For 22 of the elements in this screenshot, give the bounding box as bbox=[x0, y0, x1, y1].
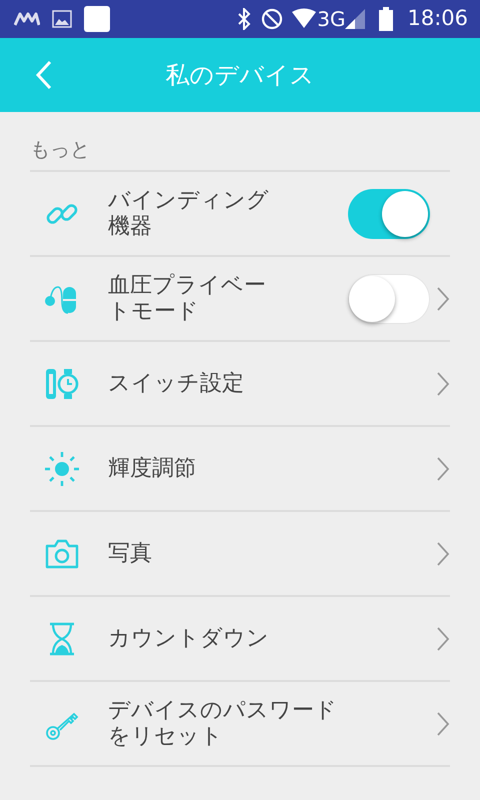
item-label: バインディング機器 bbox=[108, 188, 270, 239]
item-label: 血圧プライベートモード bbox=[108, 273, 267, 324]
item-label: 写真 bbox=[108, 540, 153, 566]
item-label: 輝度調節 bbox=[108, 456, 197, 482]
square-icon bbox=[84, 6, 110, 32]
battery-icon bbox=[379, 7, 394, 31]
app-logo-icon bbox=[14, 12, 40, 26]
toggle-switch[interactable] bbox=[348, 188, 430, 238]
wifi-icon bbox=[291, 8, 318, 30]
do-not-disturb-icon bbox=[261, 8, 284, 30]
item-label: スイッチ設定 bbox=[108, 370, 245, 396]
section-label: もっと bbox=[29, 136, 91, 163]
screen-title: 私のデバイス bbox=[166, 60, 314, 91]
image-icon bbox=[52, 10, 72, 28]
toggle-switch[interactable] bbox=[348, 274, 430, 324]
network-label: 3G bbox=[317, 6, 346, 33]
clock-time: 18:06 bbox=[407, 5, 468, 32]
signal-icon bbox=[345, 9, 366, 29]
item-label: カウントダウン bbox=[108, 626, 270, 652]
bluetooth-icon bbox=[237, 8, 252, 30]
sun-icon bbox=[44, 450, 80, 486]
item-label: デバイスのパスワードをリセット bbox=[108, 698, 338, 749]
